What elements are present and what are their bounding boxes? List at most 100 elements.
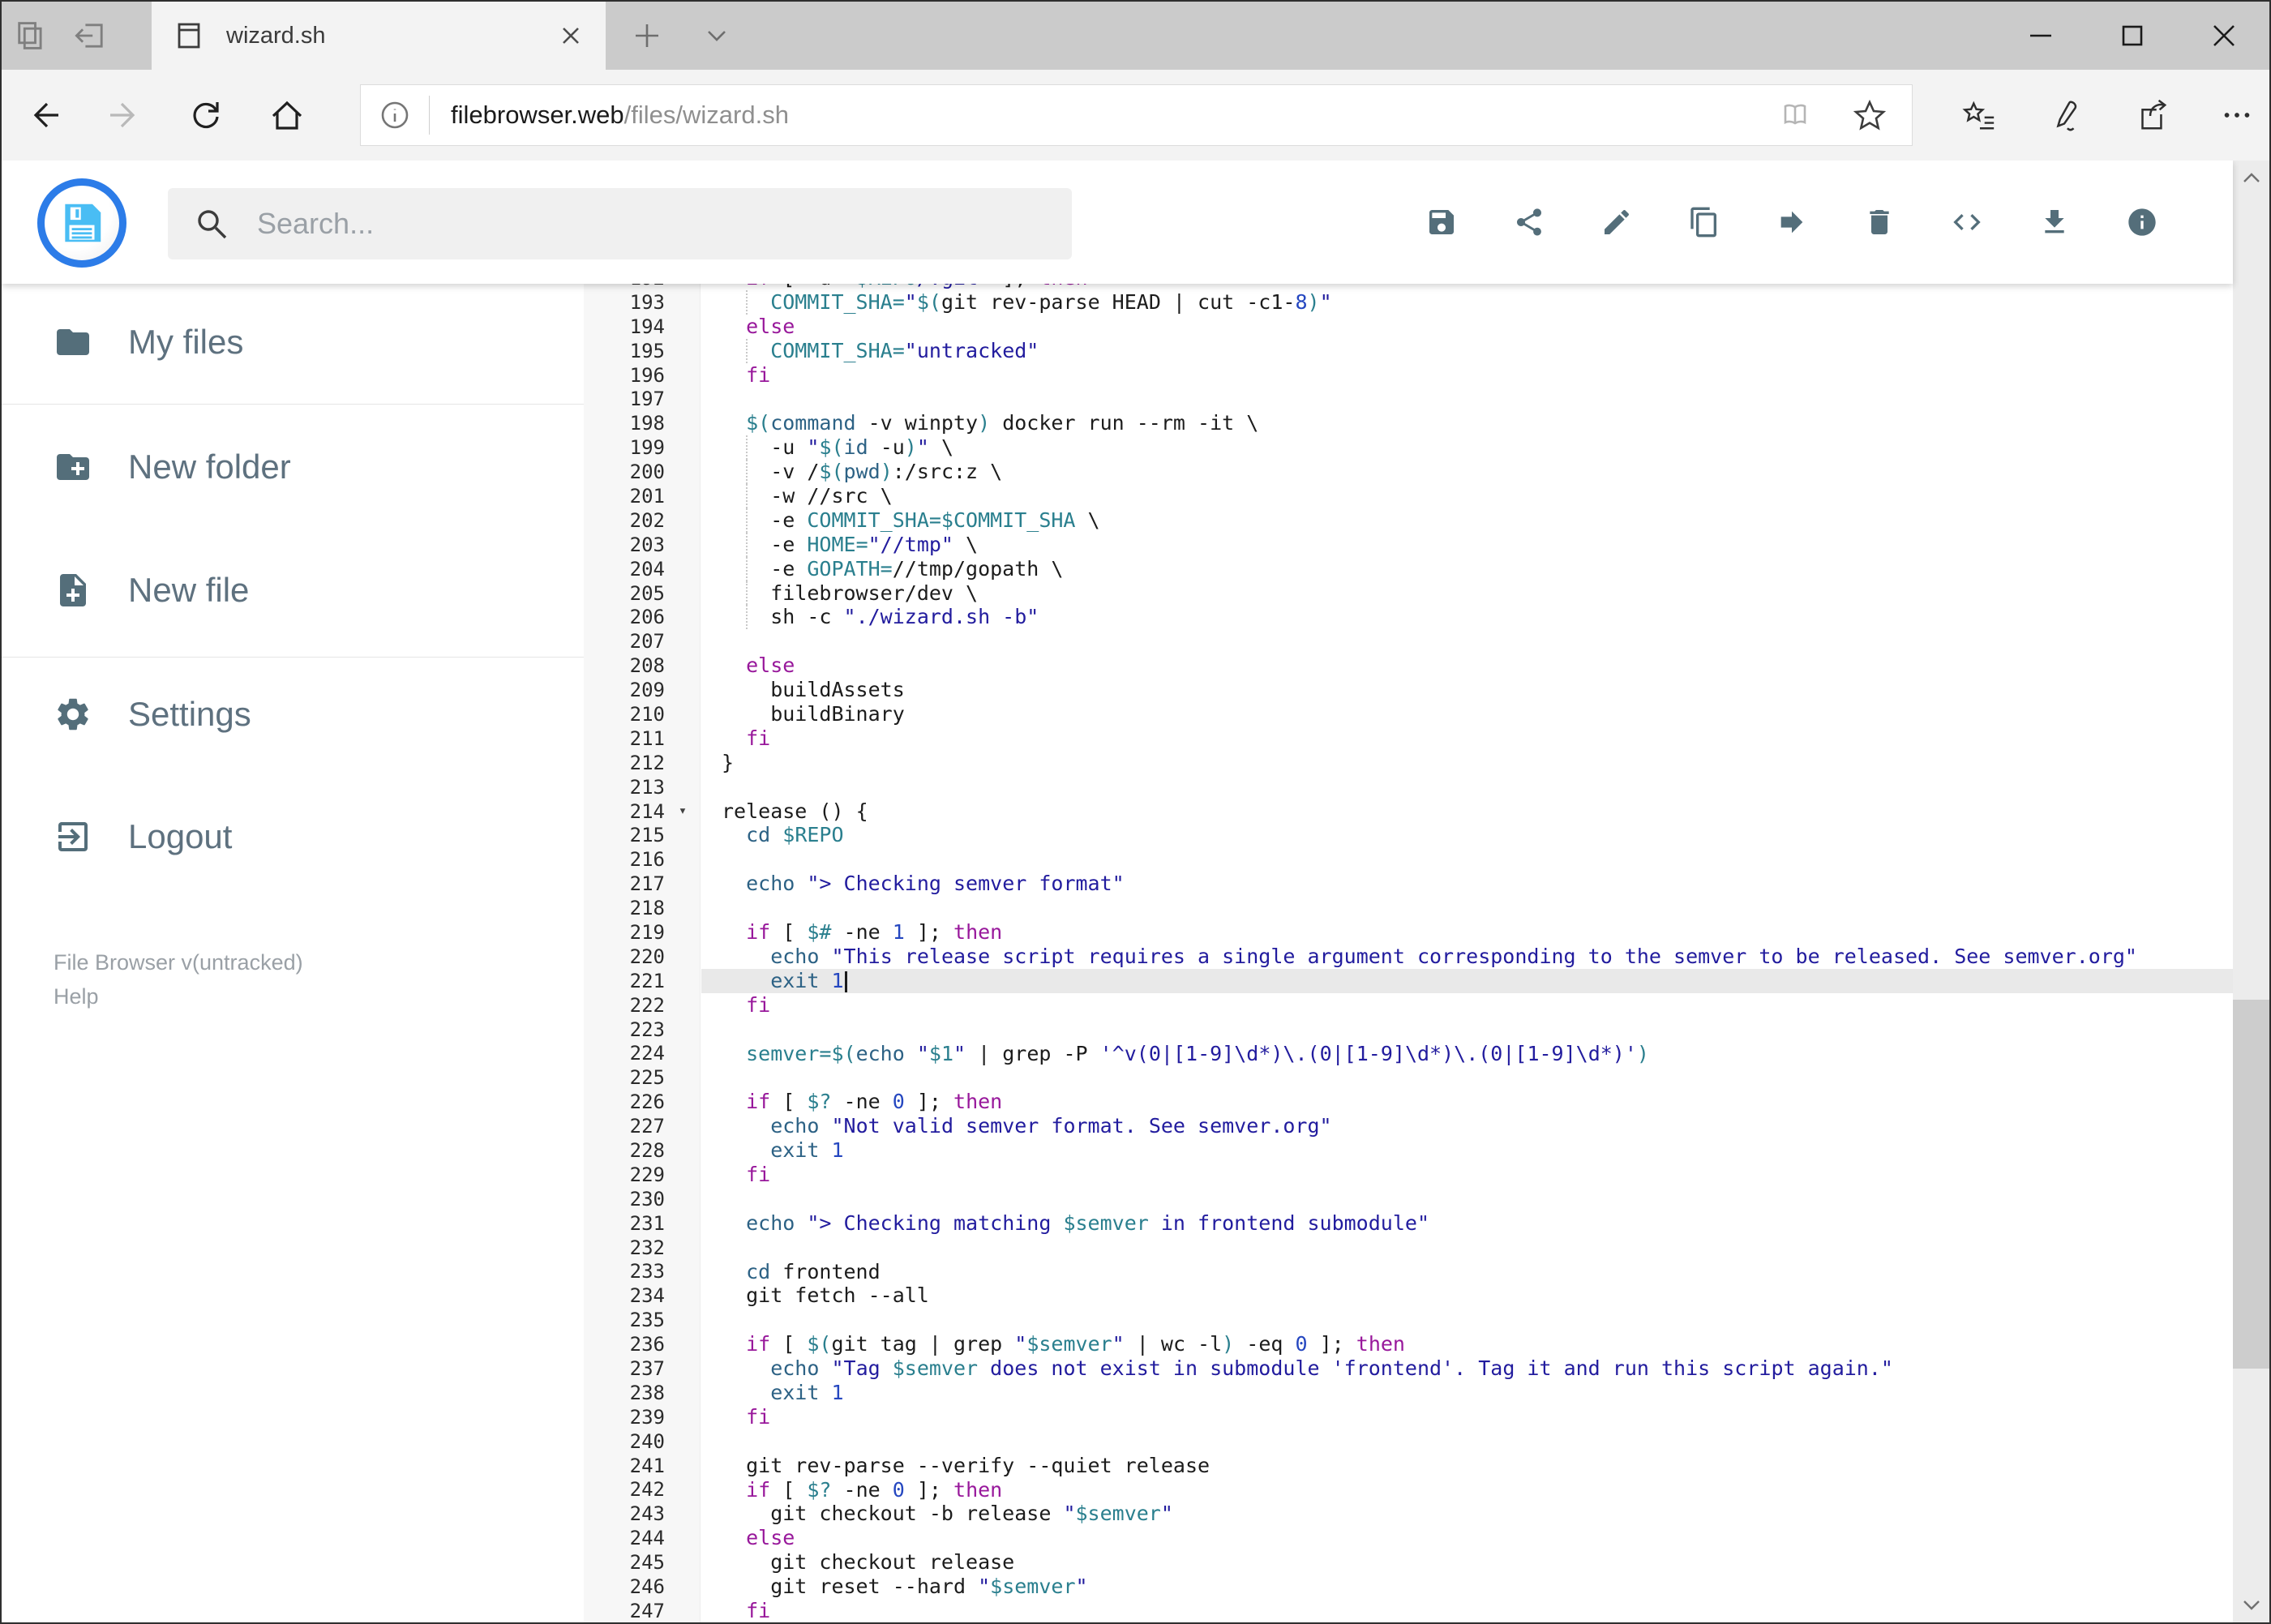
code-line[interactable]: 210 buildBinary [584,702,2233,726]
set-tabs-aside-icon[interactable] [13,18,49,54]
code-line[interactable]: 245 git checkout release [584,1550,2233,1575]
new-tab-button[interactable] [623,2,671,70]
code-line[interactable]: 231 echo "> Checking matching $semver in … [584,1211,2233,1236]
favorite-star-icon[interactable] [1850,96,1889,135]
code-line[interactable]: 195 COMMIT_SHA="untracked" [584,338,2233,363]
code-line[interactable]: 223 [584,1018,2233,1042]
code-editor[interactable]: 192 if [ -d "$REPO/.git" ]; then 193 COMMIT… [584,284,2233,1622]
code-line[interactable]: 199 -u "$(id -u)" \ [584,435,2233,461]
code-line[interactable]: 201 -w //src \ [584,484,2233,508]
save-button[interactable] [1425,206,1458,238]
refresh-button[interactable] [174,70,238,161]
help-link[interactable]: Help [54,979,584,1013]
info-button[interactable] [2126,206,2158,238]
code-line[interactable]: 214 ▾ release () { [584,799,2233,824]
sidebar-item-logout[interactable]: Logout [2,791,584,882]
sidebar-item-my-files[interactable]: My files [2,297,584,388]
code-line[interactable]: 221 exit 1 [584,968,2233,993]
code-line[interactable]: 216 [584,847,2233,872]
code-line[interactable]: 202 -e COMMIT_SHA=$COMMIT_SHA \ [584,508,2233,533]
web-note-pen-icon[interactable] [2047,96,2083,134]
filebrowser-logo[interactable] [37,178,126,268]
code-line[interactable]: 237 echo "Tag $semver does not exist in s… [584,1356,2233,1381]
url-text[interactable]: filebrowser.web/files/wizard.sh [451,101,1776,130]
code-line[interactable]: 203 -e HOME="//tmp" \ [584,532,2233,557]
code-line[interactable]: 198 $(command -v winpty) docker run --rm … [584,411,2233,435]
download-button[interactable] [2038,206,2071,238]
code-line[interactable]: 208 else [584,653,2233,678]
code-line[interactable]: 211 fi [584,726,2233,751]
code-line[interactable]: 244 else [584,1526,2233,1550]
favorites-hub-icon[interactable] [1961,96,1997,134]
code-line[interactable]: 234 git fetch --all [584,1283,2233,1308]
code-line[interactable]: 241 git rev-parse --verify --quiet releas… [584,1454,2233,1478]
code-line[interactable]: 209 buildAssets [584,678,2233,702]
code-line[interactable]: 232 [584,1236,2233,1260]
code-line[interactable]: 194 else [584,315,2233,339]
code-line[interactable]: 192 if [ -d "$REPO/.git" ]; then [584,284,2233,290]
code-line[interactable]: 200 -v /$(pwd):/src:z \ [584,460,2233,484]
minimize-button[interactable] [1995,2,2086,70]
code-line[interactable]: 229 fi [584,1163,2233,1187]
code-line[interactable]: 235 [584,1308,2233,1332]
page-info-icon[interactable] [361,97,429,133]
code-line[interactable]: 213 [584,775,2233,799]
code-line[interactable]: 220 echo "This release script requires a … [584,945,2233,969]
code-line[interactable]: 219 if [ $# -ne 1 ]; then [584,920,2233,945]
browser-tab[interactable]: wizard.sh [152,2,606,70]
code-line[interactable]: 207 [584,629,2233,653]
code-line[interactable]: 238 exit 1 [584,1381,2233,1405]
code-line[interactable]: 228 exit 1 [584,1138,2233,1163]
code-line[interactable]: 196 fi [584,363,2233,388]
code-line[interactable]: 247 fi [584,1599,2233,1622]
sidebar-item-settings[interactable]: Settings [2,669,584,760]
edit-button[interactable] [1600,206,1633,238]
raw-code-button[interactable] [1951,206,1983,238]
code-line[interactable]: 204 -e GOPATH=//tmp/gopath \ [584,556,2233,581]
page-scrollbar[interactable] [2233,161,2269,1622]
scroll-down-icon[interactable] [2233,1587,2269,1622]
code-line[interactable]: 197 [584,387,2233,411]
address-bar[interactable]: filebrowser.web/files/wizard.sh [360,84,1913,146]
code-line[interactable]: 206 sh -c "./wizard.sh -b" [584,605,2233,630]
close-tab-icon[interactable] [557,22,585,49]
code-line[interactable]: 242 if [ $? -ne 0 ]; then [584,1478,2233,1502]
maximize-button[interactable] [2086,2,2178,70]
home-button[interactable] [255,70,319,161]
code-line[interactable]: 222 fi [584,993,2233,1018]
fold-arrow-icon[interactable]: ▾ [665,799,701,824]
code-line[interactable]: 230 [584,1187,2233,1211]
forward-button[interactable] [92,70,157,161]
code-line[interactable]: 227 echo "Not valid semver format. See se… [584,1114,2233,1138]
code-line[interactable]: 225 [584,1065,2233,1090]
code-line[interactable]: 212} [584,751,2233,775]
code-line[interactable]: 205 filebrowser/dev \ [584,581,2233,606]
code-line[interactable]: 236 if [ $(git tag | grep "$semver" | wc … [584,1332,2233,1356]
reading-view-icon[interactable] [1776,96,1815,135]
copy-button[interactable] [1688,206,1720,238]
sidebar-item-new-folder[interactable]: New folder [2,422,584,512]
tabs-you-set-aside-icon[interactable] [73,18,109,54]
sidebar-item-new-file[interactable]: New file [2,545,584,636]
code-line[interactable]: 193 COMMIT_SHA="$(git rev-parse HEAD | cu… [584,289,2233,315]
scroll-up-icon[interactable] [2233,161,2269,196]
tab-dropdown-icon[interactable] [692,2,741,70]
close-window-button[interactable] [2178,2,2269,70]
code-line[interactable]: 217 echo "> Checking semver format" [584,872,2233,896]
delete-button[interactable] [1863,206,1896,238]
code-line[interactable]: 233 cd frontend [584,1260,2233,1284]
code-line[interactable]: 215 cd $REPO [584,823,2233,847]
search-input[interactable]: Search... [168,188,1072,259]
share-file-button[interactable] [1513,206,1545,238]
back-button[interactable] [11,70,76,161]
move-button[interactable] [1776,206,1808,238]
code-line[interactable]: 246 git reset --hard "$semver" [584,1575,2233,1599]
scrollbar-thumb[interactable] [2233,1000,2269,1369]
code-line[interactable]: 224 semver=$(echo "$1" | grep -P '^v(0|[1… [584,1042,2233,1066]
more-ellipsis-icon[interactable] [2219,96,2255,134]
share-icon[interactable] [2133,96,2169,134]
code-line[interactable]: 243 git checkout -b release "$semver" [584,1502,2233,1526]
code-line[interactable]: 226 if [ $? -ne 0 ]; then [584,1090,2233,1114]
code-line[interactable]: 239 fi [584,1405,2233,1429]
code-line[interactable]: 240 [584,1429,2233,1454]
